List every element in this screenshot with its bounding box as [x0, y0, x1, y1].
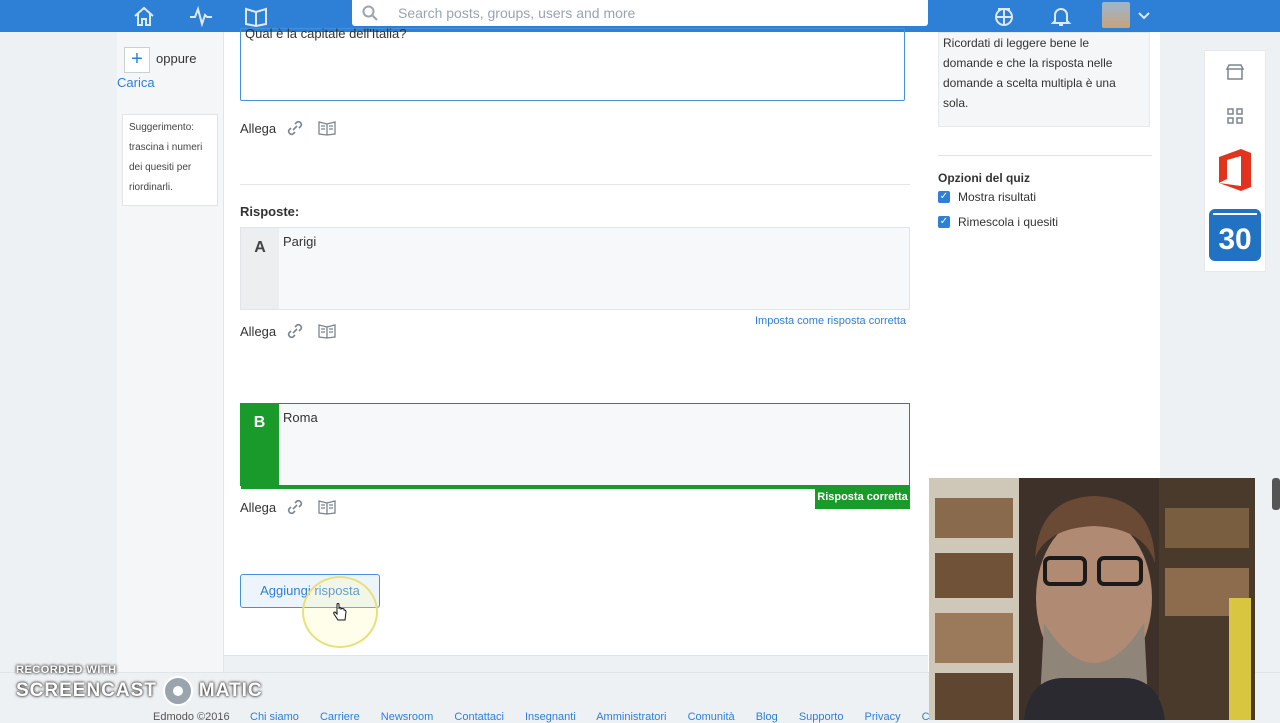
screencast-logo-icon	[162, 676, 193, 706]
footer-link[interactable]: Carriere	[320, 711, 360, 723]
question-list-sidebar: + oppure Carica Suggerimento: trascina i…	[117, 32, 224, 672]
copyright: Edmodo ©2016	[153, 711, 230, 723]
link-icon[interactable]	[286, 498, 304, 516]
attach-label: Allega	[240, 120, 277, 136]
answer-a[interactable]: A Parigi	[240, 227, 910, 310]
hand-cursor-icon	[333, 603, 347, 621]
calendar-day: 30	[1218, 223, 1252, 256]
activity-icon[interactable]	[188, 4, 214, 28]
shuffle-questions-option[interactable]: ✓ Rimescola i quesiti	[938, 215, 1058, 229]
show-results-option[interactable]: ✓ Mostra risultati	[938, 190, 1036, 204]
oppure-label: oppure	[156, 51, 197, 66]
attach-row: Allega	[240, 119, 350, 137]
answers-heading: Risposte:	[240, 204, 300, 219]
footer-link[interactable]: Contattaci	[454, 711, 504, 723]
option-label: Mostra risultati	[958, 190, 1037, 204]
bell-icon[interactable]	[1048, 4, 1074, 28]
screencast-watermark: RECORDED WITH SCREENCAST MATIC	[16, 664, 263, 706]
quiz-hint: Ricordati di leggere bene le domande e c…	[938, 32, 1150, 127]
question-text-field[interactable]: Qual è la capitale dell'Italia?	[240, 26, 905, 101]
answer-letter: A	[241, 228, 279, 309]
question-editor: Qual è la capitale dell'Italia? Allega R…	[224, 26, 928, 656]
footer-link[interactable]: Privacy	[865, 711, 901, 723]
hint-line: domande e che la risposta nelle	[943, 56, 1113, 70]
tip-line: trascina i numeri	[129, 142, 203, 153]
link-icon[interactable]	[286, 322, 304, 340]
checkbox-checked-icon[interactable]: ✓	[938, 216, 950, 228]
add-question-button[interactable]: +	[124, 47, 150, 73]
checkbox-checked-icon[interactable]: ✓	[938, 191, 950, 203]
footer-link[interactable]: Amministratori	[596, 711, 666, 723]
footer-link[interactable]: Chi siamo	[250, 711, 299, 723]
tip-line: Suggerimento:	[129, 122, 195, 133]
library-icon[interactable]	[318, 120, 336, 136]
library-icon[interactable]	[318, 499, 336, 515]
avatar[interactable]	[1102, 2, 1130, 28]
webcam-overlay	[929, 478, 1255, 720]
backpack-icon[interactable]	[991, 4, 1017, 28]
footer-link[interactable]: Supporto	[799, 711, 844, 723]
home-icon[interactable]	[131, 4, 157, 28]
calendar-icon[interactable]: 30	[1205, 209, 1265, 261]
answer-b[interactable]: B Roma	[240, 403, 910, 489]
footer-link[interactable]: Blog	[756, 711, 778, 723]
link-icon[interactable]	[286, 119, 304, 137]
set-correct-link[interactable]: Imposta come risposta corretta	[755, 315, 906, 327]
library-icon[interactable]	[318, 323, 336, 339]
footer-links: Chi siamo Carriere Newsroom Contattaci I…	[250, 711, 954, 723]
watermark-line1: RECORDED WITH	[16, 664, 117, 676]
attach-row: Allega	[240, 498, 350, 516]
quiz-options-title: Opzioni del quiz	[938, 171, 1030, 185]
hint-line: domande a scelta multipla è una	[943, 76, 1116, 90]
attach-row: Allega	[240, 322, 350, 340]
footer-link[interactable]: Insegnanti	[525, 711, 576, 723]
watermark-line2b: MATIC	[198, 680, 263, 701]
store-icon[interactable]	[1205, 63, 1265, 81]
webcam-video	[929, 478, 1255, 720]
correct-indicator-bar	[241, 485, 817, 489]
answer-text[interactable]: Roma	[283, 410, 318, 425]
scrollbar[interactable]	[1272, 478, 1280, 510]
option-label: Rimescola i quesiti	[958, 215, 1059, 229]
attach-label: Allega	[240, 323, 277, 339]
hint-line: Ricordati di leggere bene le	[943, 36, 1090, 50]
divider	[240, 184, 910, 185]
search-bar[interactable]: Search posts, groups, users and more	[352, 0, 928, 26]
apps-grid-icon[interactable]	[1205, 107, 1265, 125]
tip-line: dei quesiti per	[129, 162, 192, 173]
hint-line: sola.	[943, 96, 969, 110]
divider	[938, 155, 1152, 156]
search-icon	[362, 5, 378, 26]
answer-text[interactable]: Parigi	[283, 234, 316, 249]
chevron-down-icon[interactable]	[1131, 4, 1157, 28]
watermark-line2a: SCREENCAST	[16, 680, 157, 701]
correct-answer-badge: Risposta corretta	[815, 486, 910, 509]
tip-line: riordinarli.	[129, 182, 173, 193]
attach-label: Allega	[240, 499, 277, 515]
app-launcher: 30	[1204, 50, 1266, 272]
answer-letter: B	[240, 403, 279, 486]
load-link[interactable]: Carica	[117, 75, 155, 90]
question-text[interactable]: Qual è la capitale dell'Italia?	[245, 26, 406, 41]
office-icon[interactable]	[1205, 147, 1265, 193]
footer-link[interactable]: Comunità	[688, 711, 735, 723]
footer-link[interactable]: Newsroom	[381, 711, 434, 723]
library-icon[interactable]	[243, 4, 269, 28]
reorder-tip: Suggerimento: trascina i numeri dei ques…	[122, 114, 218, 206]
search-input[interactable]: Search posts, groups, users and more	[398, 5, 635, 21]
